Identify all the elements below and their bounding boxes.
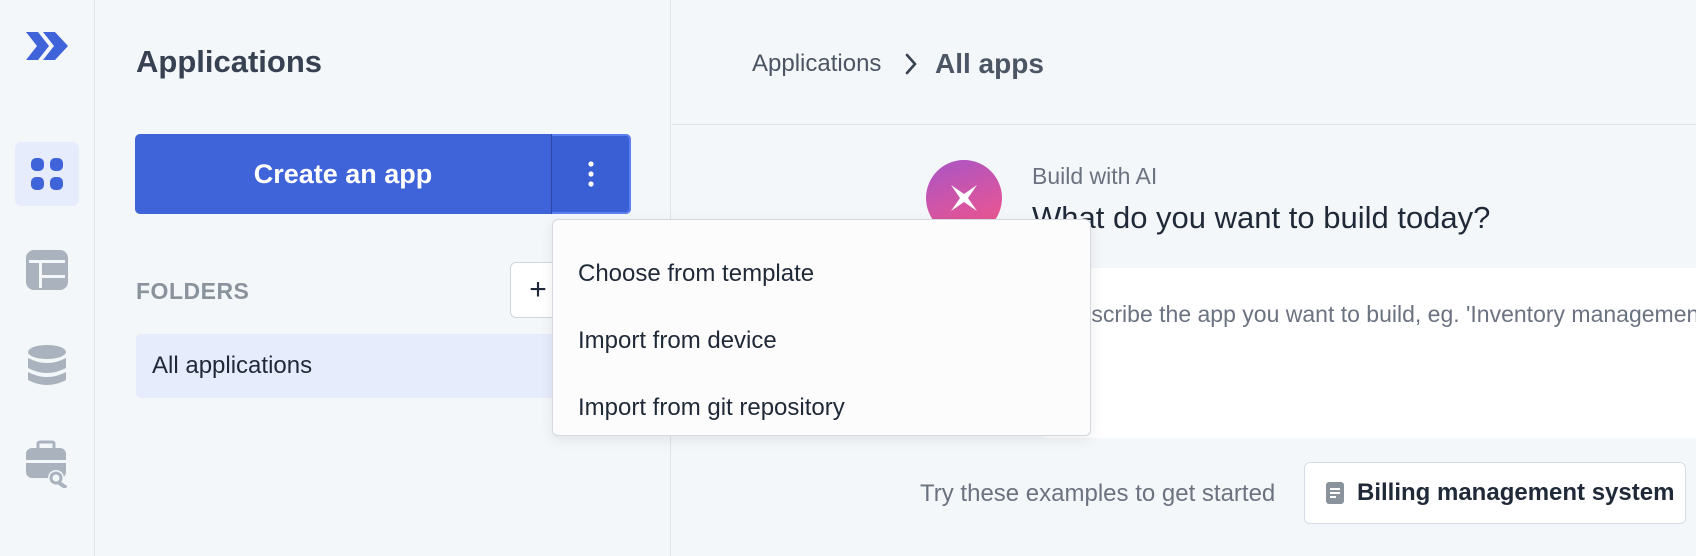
- breadcrumb: Applications All apps: [672, 0, 1696, 125]
- breadcrumb-applications[interactable]: Applications: [752, 50, 881, 78]
- example-chip-label: Billing management system: [1357, 479, 1675, 506]
- folders-heading: FOLDERS: [136, 278, 250, 304]
- menu-item-import-device[interactable]: Import from device: [553, 307, 1090, 374]
- example-chip-billing[interactable]: Billing management system: [1304, 462, 1686, 524]
- ai-question: What do you want to build today?: [1032, 200, 1491, 235]
- menu-item-choose-template[interactable]: Choose from template: [553, 240, 1090, 307]
- create-app-split-button: Create an app: [135, 134, 631, 214]
- ai-prompt-placeholder: Describe the app you want to build, eg. …: [1062, 301, 1696, 327]
- panel-title: Applications: [136, 44, 323, 79]
- sparkle-icon: [951, 185, 977, 211]
- logo-icon[interactable]: [24, 28, 70, 64]
- menu-item-import-git[interactable]: Import from git repository: [553, 374, 1090, 441]
- table-icon: [26, 250, 68, 290]
- document-icon: [1326, 482, 1344, 504]
- create-app-button[interactable]: Create an app: [135, 134, 552, 214]
- nav-tables[interactable]: [15, 238, 79, 302]
- examples-label: Try these examples to get started: [920, 480, 1276, 507]
- ai-prompt-input[interactable]: Describe the app you want to build, eg. …: [1042, 268, 1696, 438]
- ai-label: Build with AI: [1032, 163, 1158, 189]
- nav-workflows[interactable]: [15, 432, 79, 496]
- chevron-right-icon: [905, 53, 917, 75]
- apps-grid-icon: [31, 158, 63, 190]
- folder-item-all-applications[interactable]: All applications: [136, 334, 576, 398]
- toolbox-icon: [26, 440, 67, 488]
- create-app-dropdown-menu: Choose from template Import from device …: [552, 219, 1091, 436]
- icon-rail: [0, 0, 95, 556]
- create-app-more-button[interactable]: [552, 134, 631, 214]
- database-icon: [28, 345, 66, 385]
- breadcrumb-current: All apps: [935, 48, 1044, 79]
- nav-datasources[interactable]: [15, 334, 79, 398]
- more-vertical-icon: [587, 161, 594, 187]
- nav-applications[interactable]: [15, 142, 79, 206]
